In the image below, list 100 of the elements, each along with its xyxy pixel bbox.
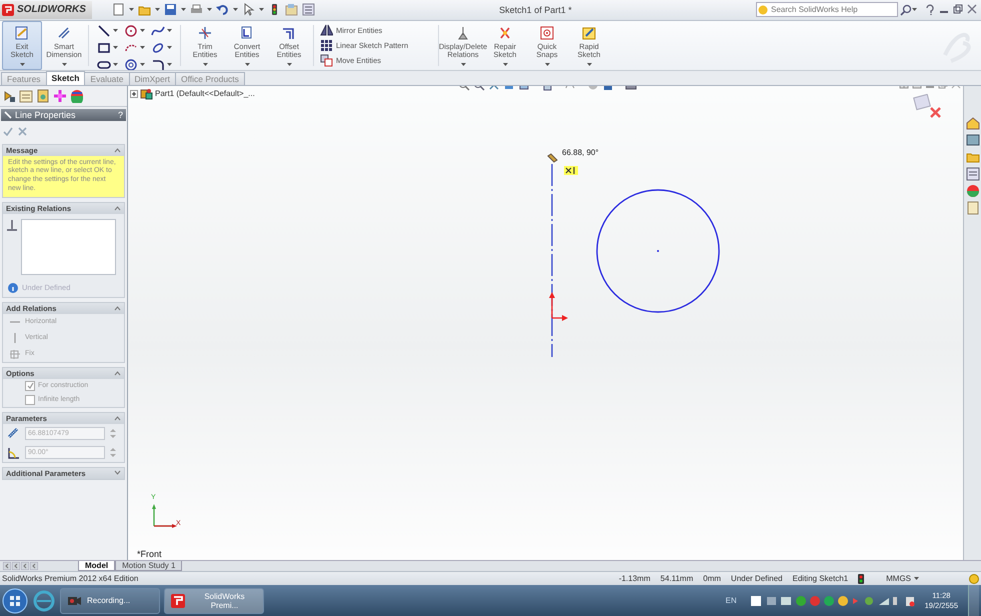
checkbox[interactable]: [25, 394, 35, 405]
dimension-icon: [56, 24, 72, 41]
dimxpert-icon[interactable]: [53, 88, 67, 103]
caret-icon[interactable]: [180, 8, 186, 12]
move-icon: [320, 54, 333, 67]
scroll-next-icon[interactable]: [21, 562, 29, 570]
new-document-icon[interactable]: [112, 3, 125, 16]
collapse-icon[interactable]: [114, 205, 121, 212]
collapse-icon[interactable]: [114, 415, 121, 422]
caret-icon: [244, 62, 250, 66]
caret-icon: [460, 62, 466, 66]
edition-text: SolidWorks Premium 2012 x64 Edition: [2, 574, 140, 584]
tree-item[interactable]: Part1 (Default<<Default>_...: [155, 89, 255, 98]
browser-icon[interactable]: [32, 588, 56, 612]
caret-icon: [286, 62, 292, 66]
caret-icon: [544, 62, 550, 66]
caret-icon: [502, 62, 508, 66]
language-indicator[interactable]: EN: [726, 596, 737, 605]
property-icon[interactable]: [19, 88, 33, 103]
palette-icon[interactable]: [966, 166, 980, 181]
relations-icon: [455, 24, 471, 41]
ok-check-icon[interactable]: [3, 126, 13, 136]
caret-icon[interactable]: [140, 63, 145, 66]
fillet-icon[interactable]: [151, 58, 165, 70]
line-icon: [4, 110, 12, 119]
line-icon[interactable]: [97, 24, 111, 38]
caret-icon: [586, 62, 592, 66]
caret-icon[interactable]: [167, 46, 172, 50]
circle-sketch[interactable]: [596, 188, 720, 312]
undo-icon[interactable]: [216, 3, 229, 16]
app-logo-icon: [170, 592, 186, 608]
polygon-icon[interactable]: [124, 58, 138, 70]
units-selector[interactable]: MMGS: [886, 574, 911, 584]
status-field: Editing Sketch1: [792, 574, 848, 584]
logo-icon: [2, 4, 14, 16]
collapse-icon[interactable]: [114, 305, 121, 312]
snap-icon: [539, 24, 555, 41]
bottom-tab[interactable]: Model: [78, 561, 116, 572]
help-icon[interactable]: [925, 4, 935, 16]
view-name: *Front: [137, 549, 162, 560]
list-icon[interactable]: [302, 3, 315, 16]
home-icon[interactable]: [966, 116, 980, 130]
status-field: 0mm: [703, 574, 721, 584]
caret-icon[interactable]: [912, 8, 917, 12]
scroll-first-icon[interactable]: [3, 562, 11, 570]
dimension-label: 66.88, 90°: [562, 148, 599, 157]
angle-icon: [7, 446, 20, 459]
save-icon[interactable]: [164, 3, 177, 16]
taskbar-window[interactable]: Recording...: [60, 588, 160, 614]
collapse-icon[interactable]: [114, 147, 121, 154]
help-link[interactable]: ?: [118, 110, 123, 120]
circle-icon[interactable]: [124, 24, 138, 38]
pattern-icon: [320, 38, 333, 52]
search-field[interactable]: Search SolidWorks Help: [756, 2, 898, 18]
trim-icon: [197, 24, 213, 41]
cursor-icon[interactable]: [242, 3, 255, 16]
display-icon[interactable]: [70, 88, 84, 103]
sketch-pencil-icon: [581, 24, 597, 41]
rectangle-icon[interactable]: [97, 40, 111, 55]
caret-icon[interactable]: [154, 8, 160, 12]
status-field: Under Defined: [730, 574, 783, 584]
caret-icon[interactable]: [206, 8, 212, 12]
caret-icon[interactable]: [167, 63, 172, 66]
caret-icon[interactable]: [113, 46, 118, 50]
check-icon: [26, 382, 34, 390]
caret-icon[interactable]: [113, 29, 118, 32]
caret-icon[interactable]: [128, 8, 134, 12]
caret-icon[interactable]: [167, 29, 172, 32]
caret-icon: [202, 62, 208, 66]
app-logo[interactable]: SOLIDWORKS: [0, 0, 92, 19]
caret-icon[interactable]: [232, 8, 238, 12]
expand-icon[interactable]: [130, 90, 138, 98]
caret-icon[interactable]: [258, 8, 264, 12]
feature-tree-icon[interactable]: [2, 88, 16, 103]
rebuild-light-icon: [858, 574, 864, 584]
collapse-icon[interactable]: [114, 370, 121, 376]
spline-icon[interactable]: [151, 24, 165, 38]
bottom-tab[interactable]: Motion Study 1: [115, 561, 182, 572]
origin-icon: [549, 292, 568, 321]
sketch-exit-icon: [14, 24, 30, 41]
window-title: Sketch1 of Part1 *: [498, 4, 573, 15]
configuration-icon[interactable]: [36, 88, 50, 103]
panel-title: Line Properties: [15, 110, 77, 120]
caret-icon[interactable]: [113, 63, 118, 66]
library-icon[interactable]: [966, 132, 980, 147]
length-icon: [7, 426, 20, 440]
search-icon[interactable]: [900, 4, 912, 16]
start-orb-icon[interactable]: [2, 588, 28, 614]
scroll-last-icon[interactable]: [30, 562, 38, 570]
quick-tips-icon[interactable]: [969, 574, 979, 584]
network-icon[interactable]: [904, 594, 915, 606]
caret-icon[interactable]: [140, 46, 145, 50]
custom-properties-icon[interactable]: [966, 200, 980, 215]
caret-icon[interactable]: [914, 577, 919, 580]
caret-icon: [20, 62, 24, 66]
scroll-previous-icon[interactable]: [12, 562, 20, 570]
checkbox[interactable]: [25, 380, 35, 391]
part-icon: [140, 88, 153, 100]
caret-icon[interactable]: [140, 29, 145, 32]
ellipse-icon[interactable]: [151, 40, 165, 55]
